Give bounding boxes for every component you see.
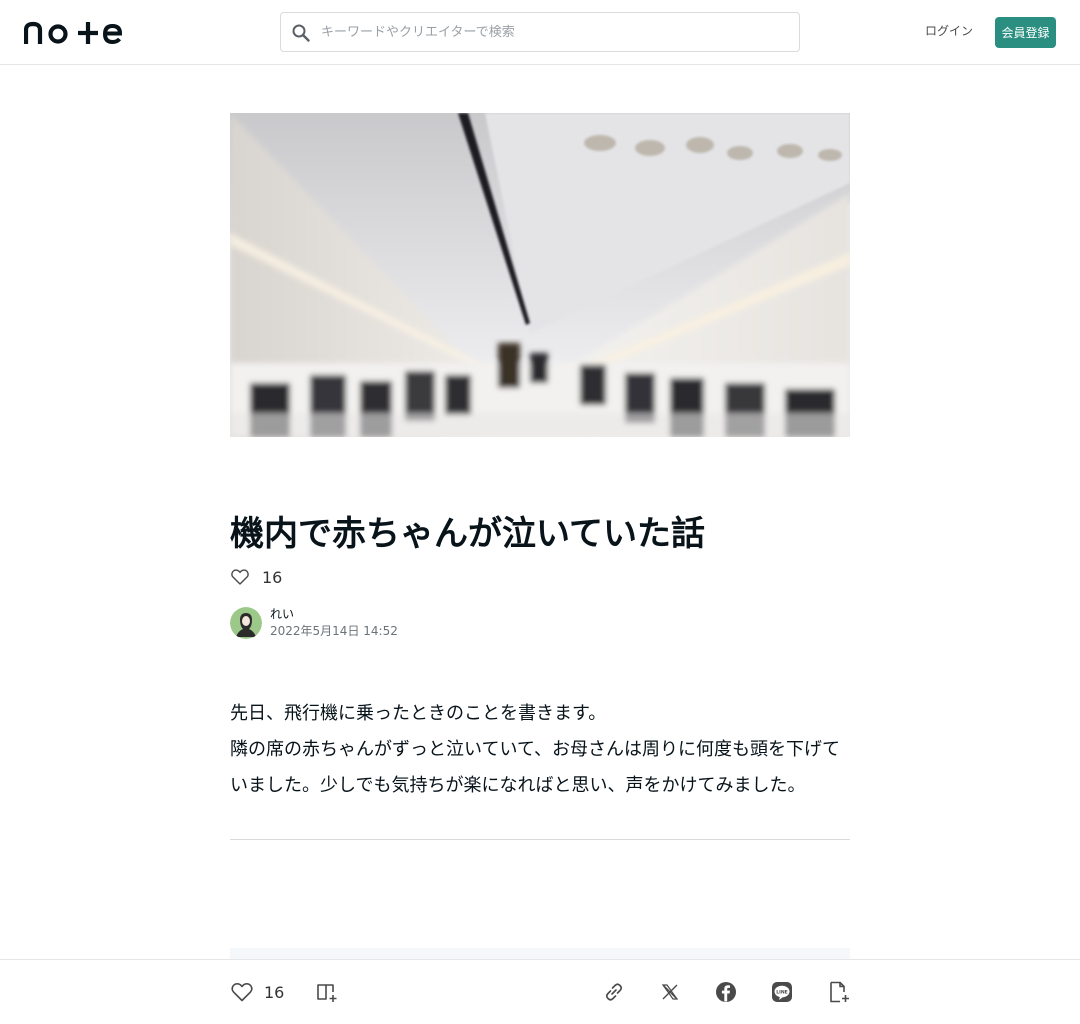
divider	[230, 839, 850, 840]
note-logo[interactable]	[24, 20, 124, 46]
paragraph: 隣の席の赤ちゃんがずっと泣いていて、お母さんは周りに何度も頭を下げていました。少…	[230, 739, 841, 796]
article-title: 機内で赤ちゃんが泣いていた話	[230, 514, 705, 554]
post-date: 2022年5月14日 14:52	[270, 624, 398, 638]
heart-icon	[231, 569, 249, 585]
like-summary[interactable]: 16	[230, 565, 282, 589]
author-name[interactable]: れい	[270, 606, 398, 622]
action-bar: 16 LINE	[0, 959, 1080, 1024]
line-icon[interactable]: LINE	[770, 980, 794, 1004]
paragraph: 先日、飛行機に乗ったときのことを書きます。	[230, 703, 607, 724]
svg-text:LINE: LINE	[776, 989, 788, 995]
x-icon[interactable]	[658, 980, 682, 1004]
login-link[interactable]: ログイン	[924, 22, 974, 42]
search-icon	[292, 24, 310, 42]
hero-image	[230, 113, 850, 437]
like-count: 16	[262, 567, 283, 587]
author-info[interactable]: れい 2022年5月14日 14:52	[230, 606, 398, 640]
like-button[interactable]: 16	[230, 980, 284, 1004]
facebook-icon[interactable]	[714, 980, 738, 1004]
heart-icon	[231, 982, 253, 1002]
signup-button[interactable]: 会員登録	[995, 17, 1056, 48]
link-icon[interactable]	[602, 980, 626, 1004]
magazine-add-icon[interactable]	[315, 980, 339, 1004]
avatar[interactable]	[230, 607, 262, 639]
search-input[interactable]	[321, 13, 791, 51]
article-body: 先日、飛行機に乗ったときのことを書きます。 隣の席の赤ちゃんがずっと泣いていて、…	[230, 696, 850, 804]
search-box[interactable]	[280, 12, 800, 52]
footer-like-count: 16	[264, 982, 285, 1002]
embed-icon[interactable]	[827, 980, 851, 1004]
site-header: ログイン 会員登録	[0, 0, 1080, 65]
